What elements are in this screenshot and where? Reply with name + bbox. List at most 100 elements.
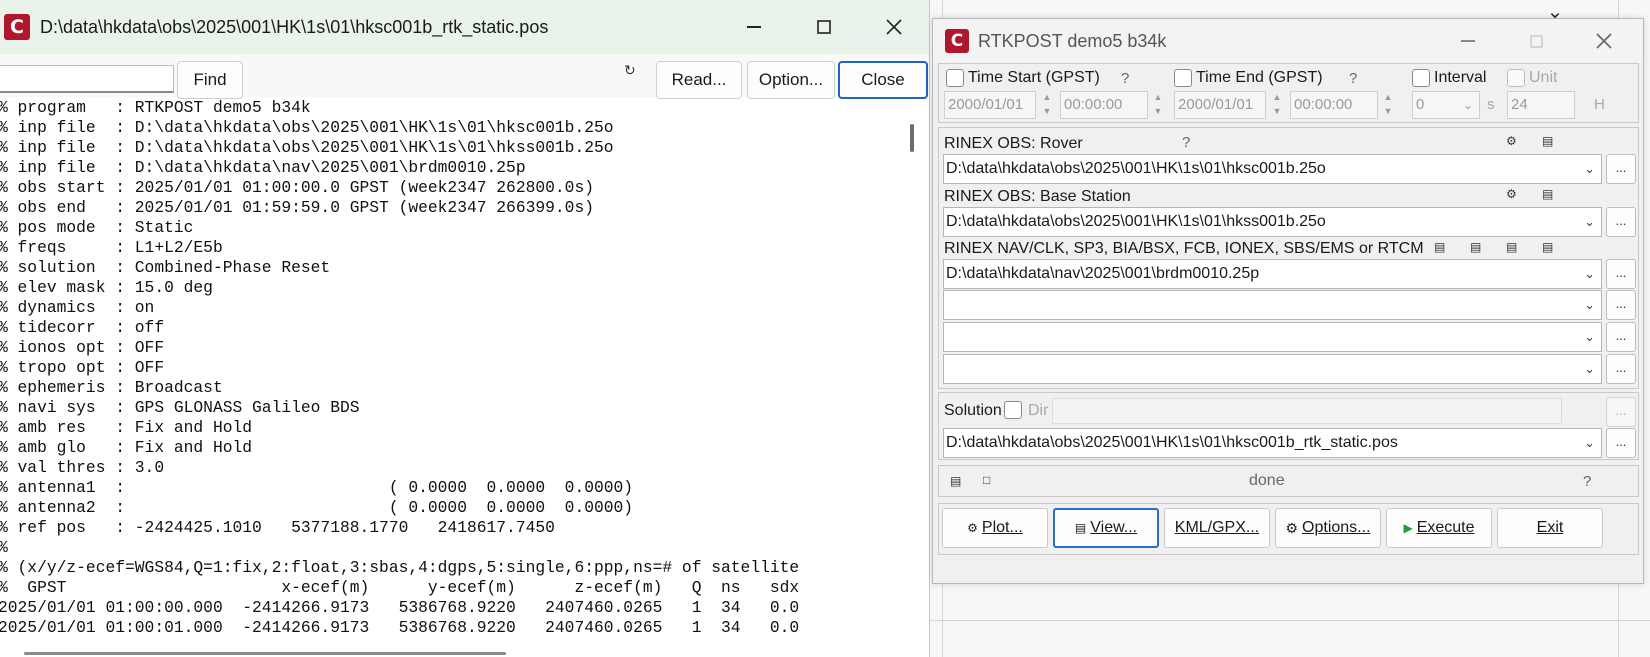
nav-file-combo-2[interactable]: ⌄: [943, 290, 1602, 320]
interval-checkbox[interactable]: [1412, 69, 1430, 87]
read-button[interactable]: Read...: [656, 61, 742, 99]
chevron-down-icon: ⌄: [1584, 214, 1595, 229]
find-button[interactable]: Find: [177, 61, 243, 99]
time-start-checkbox[interactable]: [946, 69, 964, 87]
nav-browse-button-4[interactable]: ...: [1606, 354, 1636, 384]
view-file-icon[interactable]: ▤: [1434, 240, 1445, 254]
unit-checkbox[interactable]: [1507, 69, 1525, 87]
options-button[interactable]: ⚙ Options...: [1275, 508, 1381, 548]
start-time-field[interactable]: 00:00:00: [1060, 91, 1148, 119]
plot-map-icon[interactable]: ⚙: [1506, 134, 1517, 148]
end-date-field[interactable]: 2000/01/01: [1174, 91, 1266, 119]
view-file-icon[interactable]: ▤: [1542, 240, 1553, 254]
viewer-toolbar: Find Read... Option... Close: [0, 54, 929, 99]
maximize-button[interactable]: [794, 0, 854, 54]
interval-value: 0: [1416, 96, 1425, 113]
close-button[interactable]: Close: [838, 61, 928, 99]
chevron-down-icon: ⌄: [1584, 435, 1595, 450]
status-panel: ▤ □ done ?: [938, 465, 1639, 497]
maximize-icon: [1529, 34, 1543, 48]
time-end-checkbox[interactable]: [1174, 69, 1192, 87]
vertical-scrollbar[interactable]: [910, 124, 914, 152]
rover-file-path: D:\data\hkdata\obs\2025\001\HK\1s\01\hks…: [946, 160, 1326, 177]
nav-browse-button-3[interactable]: ...: [1606, 322, 1636, 352]
kml-gpx-button[interactable]: KML/GPX...: [1164, 508, 1270, 548]
base-browse-button[interactable]: ...: [1606, 207, 1636, 237]
end-date-spinner[interactable]: ▲ ▼: [1267, 90, 1287, 120]
start-date-field[interactable]: 2000/01/01: [944, 91, 1036, 119]
start-time-spinner[interactable]: ▲ ▼: [1148, 90, 1168, 120]
maximize-icon: [817, 20, 831, 34]
about-help[interactable]: ?: [1583, 473, 1591, 490]
options-button-label: Options...: [1302, 519, 1371, 536]
view-file-icon[interactable]: ▤: [1470, 240, 1481, 254]
minimize-icon: [747, 26, 761, 28]
time-end-label: Time End (GPST): [1196, 69, 1323, 86]
view-file-icon[interactable]: ▤: [1506, 240, 1517, 254]
nav-file-path: D:\data\hkdata\nav\2025\001\brdm0010.25p: [946, 265, 1260, 282]
minimize-button[interactable]: [1443, 19, 1493, 63]
base-file-path: D:\data\hkdata\obs\2025\001\HK\1s\01\hks…: [946, 213, 1326, 230]
solution-panel: Solution Dir ... D:\data\hkdata\obs\2025…: [938, 392, 1639, 460]
text-viewer-window: C D:\data\hkdata\obs\2025\001\HK\1s\01\h…: [0, 0, 930, 657]
option-button[interactable]: Option...: [747, 61, 835, 99]
chevron-down-icon: ⌄: [1584, 161, 1595, 176]
time-start-help[interactable]: ?: [1121, 70, 1129, 87]
solution-browse-button[interactable]: ...: [1606, 428, 1636, 458]
nav-file-combo-4[interactable]: ⌄: [943, 354, 1602, 384]
solution-text-content: % program : RTKPOST demo5 b34k % inp fil…: [0, 98, 800, 637]
end-time-spinner[interactable]: ▲ ▼: [1378, 90, 1398, 120]
status-box-icon: □: [983, 473, 991, 487]
viewer-titlebar: C D:\data\hkdata\obs\2025\001\HK\1s\01\h…: [0, 0, 929, 54]
execute-button[interactable]: ▶ Execute: [1386, 508, 1492, 548]
unit-field[interactable]: 24: [1507, 91, 1575, 119]
rtklib-app-icon: C: [945, 29, 969, 53]
view-log-icon[interactable]: ▤: [950, 474, 961, 488]
minimize-button[interactable]: [724, 0, 784, 54]
solution-file-path: D:\data\hkdata\obs\2025\001\HK\1s\01\hks…: [946, 434, 1398, 451]
plot-button[interactable]: ⚙ Plot...: [942, 508, 1048, 548]
close-window-button[interactable]: [864, 0, 924, 54]
dir-field[interactable]: [1052, 398, 1562, 424]
chevron-down-icon: ⌄: [1584, 297, 1595, 312]
find-input[interactable]: [0, 65, 174, 93]
nav-file-combo-3[interactable]: ⌄: [943, 322, 1602, 352]
interval-select[interactable]: 0 ⌄: [1412, 91, 1480, 119]
base-label: RINEX OBS: Base Station: [944, 188, 1131, 205]
chevron-down-icon: ⌄: [1584, 266, 1595, 281]
rover-help[interactable]: ?: [1182, 134, 1190, 151]
start-date-spinner[interactable]: ▲ ▼: [1037, 90, 1057, 120]
solution-text: % program : RTKPOST demo5 b34k % inp fil…: [0, 98, 900, 638]
unit-unit: H: [1594, 96, 1605, 113]
horizontal-scrollbar[interactable]: [24, 652, 506, 655]
view-file-icon[interactable]: ▤: [1542, 187, 1553, 201]
rover-browse-button[interactable]: ...: [1606, 154, 1636, 184]
maximize-button[interactable]: [1511, 19, 1561, 63]
gear-icon: ⚙: [1285, 519, 1299, 536]
status-text: done: [1249, 472, 1285, 489]
solution-file-combo[interactable]: D:\data\hkdata\obs\2025\001\HK\1s\01\hks…: [943, 428, 1602, 458]
nav-browse-button[interactable]: ...: [1606, 259, 1636, 289]
viewer-title: D:\data\hkdata\obs\2025\001\HK\1s\01\hks…: [40, 16, 549, 37]
view-button[interactable]: ▤ View...: [1053, 508, 1159, 548]
time-end-help[interactable]: ?: [1349, 70, 1357, 87]
end-time-field[interactable]: 00:00:00: [1290, 91, 1378, 119]
interval-label: Interval: [1434, 69, 1487, 86]
chevron-down-icon: ⌄: [1584, 329, 1595, 344]
kml-gpx-button-label: KML/GPX...: [1174, 519, 1260, 536]
refresh-icon[interactable]: ↻: [624, 62, 636, 79]
nav-file-combo[interactable]: D:\data\hkdata\nav\2025\001\brdm0010.25p…: [943, 259, 1602, 289]
plot-icon: ⚙: [967, 521, 978, 535]
rtkpost-window: C RTKPOST demo5 b34k Time Start (GPST) ?…: [932, 18, 1644, 584]
exit-button[interactable]: Exit: [1497, 508, 1603, 548]
view-file-icon[interactable]: ▤: [1542, 134, 1553, 148]
plot-map-icon[interactable]: ⚙: [1506, 187, 1517, 201]
base-file-combo[interactable]: D:\data\hkdata\obs\2025\001\HK\1s\01\hks…: [943, 207, 1602, 237]
unit-label: Unit: [1529, 69, 1558, 86]
dir-checkbox[interactable]: [1004, 401, 1022, 419]
time-start-label: Time Start (GPST): [968, 69, 1100, 86]
close-window-button[interactable]: [1579, 19, 1629, 63]
nav-browse-button-2[interactable]: ...: [1606, 290, 1636, 320]
rover-file-combo[interactable]: D:\data\hkdata\obs\2025\001\HK\1s\01\hks…: [943, 154, 1602, 184]
dir-browse-button[interactable]: ...: [1606, 397, 1636, 427]
